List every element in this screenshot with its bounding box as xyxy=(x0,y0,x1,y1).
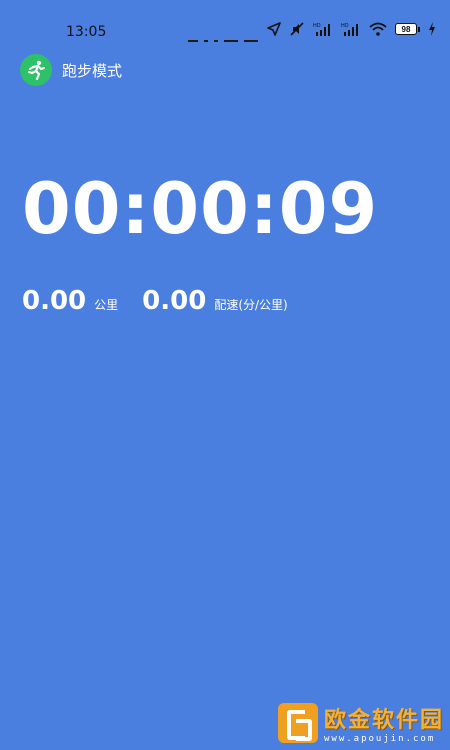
status-icons: HD HD 98 xyxy=(267,22,436,36)
svg-text:HD: HD xyxy=(313,23,321,29)
elapsed-timer: 00:00:09 xyxy=(22,168,379,250)
watermark-title: 欧金软件园 xyxy=(323,708,444,733)
battery-icon: 98 xyxy=(395,23,420,35)
battery-level: 98 xyxy=(401,24,411,34)
location-arrow-icon xyxy=(267,22,281,36)
pace-value: 0.00 xyxy=(142,286,207,316)
svg-text:HD: HD xyxy=(341,23,349,29)
watermark: 欧金软件园 www.apoujin.com xyxy=(277,702,444,744)
run-stats: 0.00 公里 0.00 配速(分/公里) xyxy=(22,286,288,316)
app-title: 跑步模式 xyxy=(62,61,123,80)
distance-value: 0.00 xyxy=(22,286,87,316)
pace-unit: 配速(分/公里) xyxy=(214,298,288,312)
app-bar: 跑步模式 xyxy=(20,54,122,86)
hd-signal-icon: HD xyxy=(313,23,330,36)
charging-icon xyxy=(429,22,435,36)
wifi-icon xyxy=(369,22,387,36)
watermark-logo-icon xyxy=(277,703,318,743)
distance-unit: 公里 xyxy=(94,298,119,312)
watermark-url: www.apoujin.com xyxy=(323,734,436,744)
status-overlay-dashes xyxy=(188,40,258,42)
hd-signal-icon: HD xyxy=(341,23,358,36)
status-time: 13:05 xyxy=(66,24,107,40)
mute-icon xyxy=(290,22,304,36)
status-bar: 13:05 HD HD 98 xyxy=(0,0,450,44)
running-person-icon[interactable] xyxy=(20,54,52,86)
